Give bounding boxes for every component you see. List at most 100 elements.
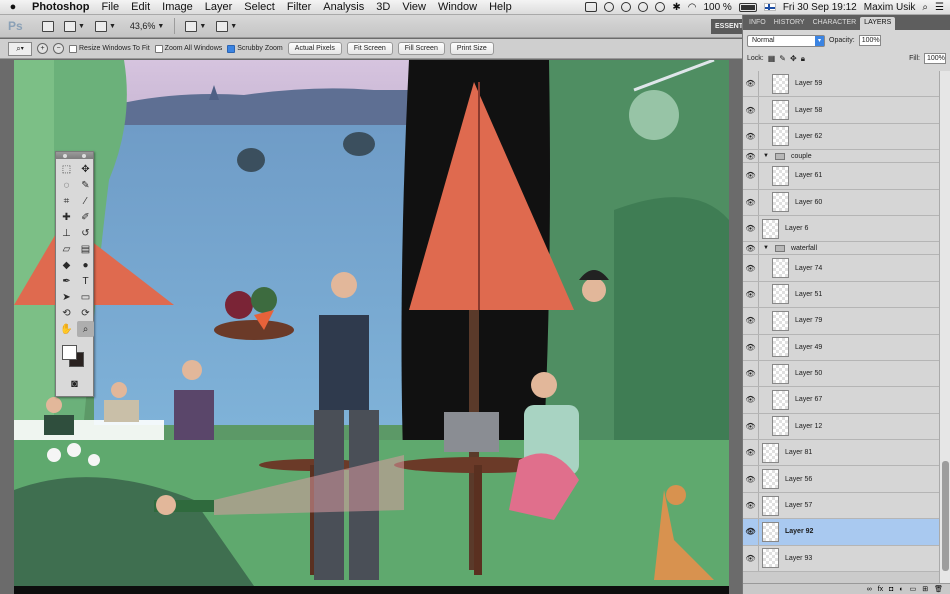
layer-row[interactable]: 👁︎ Layer 79 xyxy=(743,308,939,335)
scrubby-zoom-option[interactable]: Scrubby Zoom xyxy=(227,44,283,53)
menu-select[interactable]: Select xyxy=(238,1,281,13)
history-brush-tool-icon[interactable]: ↺ xyxy=(77,225,94,241)
menu-view[interactable]: View xyxy=(396,1,432,13)
foreground-color-swatch[interactable] xyxy=(62,345,77,360)
adjustment-layer-icon[interactable]: ◐ xyxy=(899,586,903,593)
workspace-switcher[interactable]: ESSENT xyxy=(711,19,742,34)
lock-position-icon[interactable]: ✥ xyxy=(790,54,797,64)
creative-cloud-icon[interactable] xyxy=(621,2,632,12)
quick-select-tool-icon[interactable]: ✎ xyxy=(77,177,94,193)
notification-icon[interactable]: ☰ xyxy=(935,2,944,13)
layer-row[interactable]: 👁︎ Layer 6 xyxy=(743,215,939,243)
visibility-eye-icon[interactable]: 👁︎ xyxy=(743,242,759,255)
menu-image[interactable]: Image xyxy=(156,1,199,13)
lock-all-icon[interactable]: 🔒︎ xyxy=(801,54,805,64)
bluetooth-icon[interactable]: ✱ xyxy=(672,2,680,13)
3d-rotate-tool-icon[interactable]: ⟲ xyxy=(58,305,75,321)
layers-scrollbar[interactable] xyxy=(939,71,950,583)
lock-pixels-icon[interactable]: ✎ xyxy=(779,54,786,64)
menu-window[interactable]: Window xyxy=(432,1,483,13)
zoom-level-select[interactable]: 43,6% ▼ xyxy=(130,21,164,31)
zoom-tool-icon[interactable]: ⌕ xyxy=(77,321,94,337)
layer-row[interactable]: 👁︎ Layer 74 xyxy=(743,255,939,282)
layer-row[interactable]: 👁︎ Layer 50 xyxy=(743,360,939,388)
menu-3d[interactable]: 3D xyxy=(370,1,396,13)
wifi-icon[interactable]: ◠ xyxy=(688,2,697,13)
fit-screen-button[interactable]: Fit Screen xyxy=(346,42,393,55)
move-tool-icon[interactable]: ✥ xyxy=(77,161,94,177)
lasso-tool-icon[interactable]: ◌ xyxy=(58,177,75,193)
minibridge-button[interactable]: ▼ xyxy=(64,20,85,32)
visibility-eye-icon[interactable]: 👁︎ xyxy=(743,492,759,519)
layer-row[interactable]: 👁︎ Layer 58 xyxy=(743,97,939,124)
group-toggle-icon[interactable]: ▼ xyxy=(763,153,769,159)
3d-orbit-tool-icon[interactable]: ⟳ xyxy=(77,305,94,321)
visibility-eye-icon[interactable]: 👁︎ xyxy=(743,255,759,281)
layer-row[interactable]: 👁︎ Layer 56 xyxy=(743,466,939,493)
eraser-tool-icon[interactable]: ▱ xyxy=(58,241,75,257)
layer-row[interactable]: 👁︎ Layer 93 xyxy=(743,545,939,573)
layer-row[interactable]: 👁︎ Layer 59 xyxy=(743,71,939,98)
type-tool-icon[interactable]: T xyxy=(77,273,94,289)
tools-panel-header[interactable] xyxy=(56,152,93,159)
layer-group-row[interactable]: 👁︎ ▼ waterfall xyxy=(743,242,939,256)
pen-tool-icon[interactable]: ✒ xyxy=(58,273,75,289)
menu-help[interactable]: Help xyxy=(483,1,518,13)
fill-field[interactable]: 100% xyxy=(924,53,946,64)
healing-brush-tool-icon[interactable]: ✚ xyxy=(58,209,75,225)
layer-row[interactable]: 👁︎ Layer 60 xyxy=(743,189,939,216)
group-toggle-icon[interactable]: ▼ xyxy=(763,245,769,251)
visibility-eye-icon[interactable]: 👁︎ xyxy=(743,308,759,334)
visibility-eye-icon[interactable]: 👁︎ xyxy=(743,123,759,150)
collapse-icon[interactable] xyxy=(81,153,86,158)
blur-tool-icon[interactable]: ◆ xyxy=(58,257,75,273)
time-machine-icon[interactable] xyxy=(655,2,666,12)
brush-tool-icon[interactable]: ✐ xyxy=(77,209,94,225)
visibility-eye-icon[interactable]: 👁︎ xyxy=(743,334,759,360)
search-icon[interactable]: ⌕ xyxy=(922,2,928,13)
clone-stamp-tool-icon[interactable]: ⊥ xyxy=(58,225,75,241)
user-name[interactable]: Maxim Usik xyxy=(864,2,916,13)
tab-layers[interactable]: LAYERS xyxy=(860,17,896,30)
resize-windows-checkbox[interactable] xyxy=(69,44,77,53)
lock-transparency-icon[interactable]: ▦ xyxy=(768,54,776,64)
close-icon[interactable] xyxy=(63,153,68,158)
apple-menu-icon[interactable]: ● xyxy=(0,1,26,13)
new-group-icon[interactable]: ▭ xyxy=(910,585,917,593)
gradient-tool-icon[interactable]: ▤ xyxy=(77,241,94,257)
visibility-eye-icon[interactable]: 👁︎ xyxy=(743,466,759,492)
visibility-eye-icon[interactable]: 👁︎ xyxy=(743,150,759,163)
layer-row[interactable]: 👁︎ Layer 61 xyxy=(743,163,939,190)
view-extras-button[interactable]: ▼ xyxy=(94,20,116,32)
visibility-eye-icon[interactable]: 👁︎ xyxy=(743,360,759,387)
link-layers-icon[interactable]: ∞ xyxy=(867,586,872,593)
visibility-eye-icon[interactable]: 👁︎ xyxy=(743,387,759,413)
clock[interactable]: Fri 30 Sep 19:12 xyxy=(783,2,857,13)
print-size-button[interactable]: Print Size xyxy=(449,42,494,55)
layer-group-row[interactable]: 👁︎ ▼ couple xyxy=(743,150,939,164)
arrange-documents-button[interactable]: ▼ xyxy=(185,20,206,32)
menu-app[interactable]: Photoshop xyxy=(26,1,95,13)
finnish-flag-icon[interactable] xyxy=(763,3,776,11)
new-layer-icon[interactable]: ⊞ xyxy=(922,585,928,593)
delete-layer-icon[interactable]: 🗑︎ xyxy=(934,585,943,593)
stop-icon[interactable] xyxy=(638,2,649,12)
dodge-tool-icon[interactable]: ● xyxy=(77,257,94,273)
zoom-all-option[interactable]: Zoom All Windows xyxy=(154,44,222,53)
blend-mode-select[interactable]: Normal ▾ xyxy=(747,34,825,47)
resize-windows-option[interactable]: Resize Windows To Fit xyxy=(69,44,150,53)
visibility-eye-icon[interactable]: 👁︎ xyxy=(743,413,759,440)
fill-screen-button[interactable]: Fill Screen xyxy=(397,42,445,55)
crop-tool-icon[interactable]: ⌗ xyxy=(58,193,75,209)
tab-character[interactable]: CHARACTER xyxy=(809,17,861,30)
add-mask-icon[interactable]: ◘ xyxy=(889,586,893,593)
layer-style-icon[interactable]: fx xyxy=(878,586,883,593)
scrubby-zoom-checkbox[interactable] xyxy=(227,44,236,53)
menu-edit[interactable]: Edit xyxy=(125,1,156,13)
document-canvas[interactable] xyxy=(14,60,729,586)
visibility-eye-icon[interactable]: 👁︎ xyxy=(743,519,759,545)
visibility-eye-icon[interactable]: 👁︎ xyxy=(743,440,759,466)
checkbox-status-icon[interactable] xyxy=(585,2,598,12)
opacity-field[interactable]: 100% xyxy=(858,35,881,46)
layer-row[interactable]: 👁︎ Layer 12 xyxy=(743,413,939,441)
